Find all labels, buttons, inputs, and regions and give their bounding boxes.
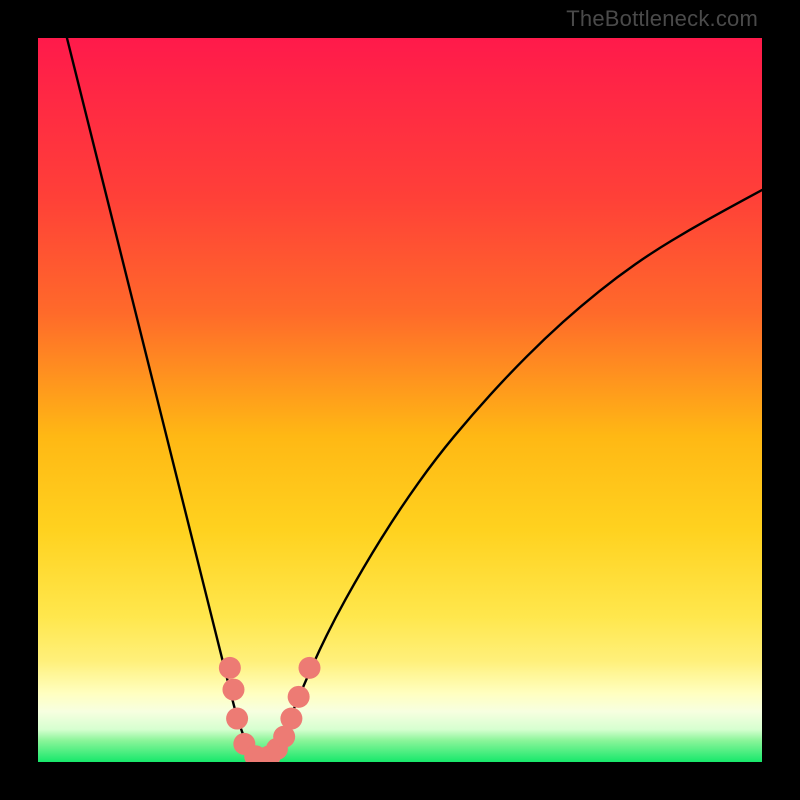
plot-area	[38, 38, 762, 762]
highlight-marker	[222, 679, 244, 701]
highlight-marker	[280, 708, 302, 730]
highlight-marker	[226, 708, 248, 730]
highlight-marker	[288, 686, 310, 708]
chart-container: TheBottleneck.com	[0, 0, 800, 800]
highlight-marker	[299, 657, 321, 679]
highlight-marker	[219, 657, 241, 679]
chart-svg	[38, 38, 762, 762]
watermark-text: TheBottleneck.com	[566, 6, 758, 32]
